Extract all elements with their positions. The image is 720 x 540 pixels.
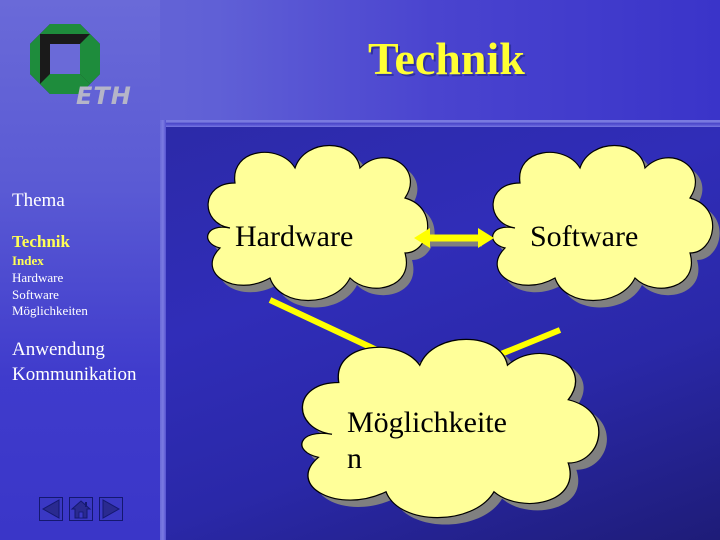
hardware-label: Hardware [235, 220, 354, 253]
software-label: Software [530, 220, 639, 253]
moeglichkeiten-label-line2: n [347, 442, 362, 475]
moeglichkeiten-label-line1: Möglichkeite [347, 406, 507, 439]
edge-hardware-software [414, 228, 494, 248]
moeglichkeiten-label: Möglichkeite n [347, 405, 527, 477]
